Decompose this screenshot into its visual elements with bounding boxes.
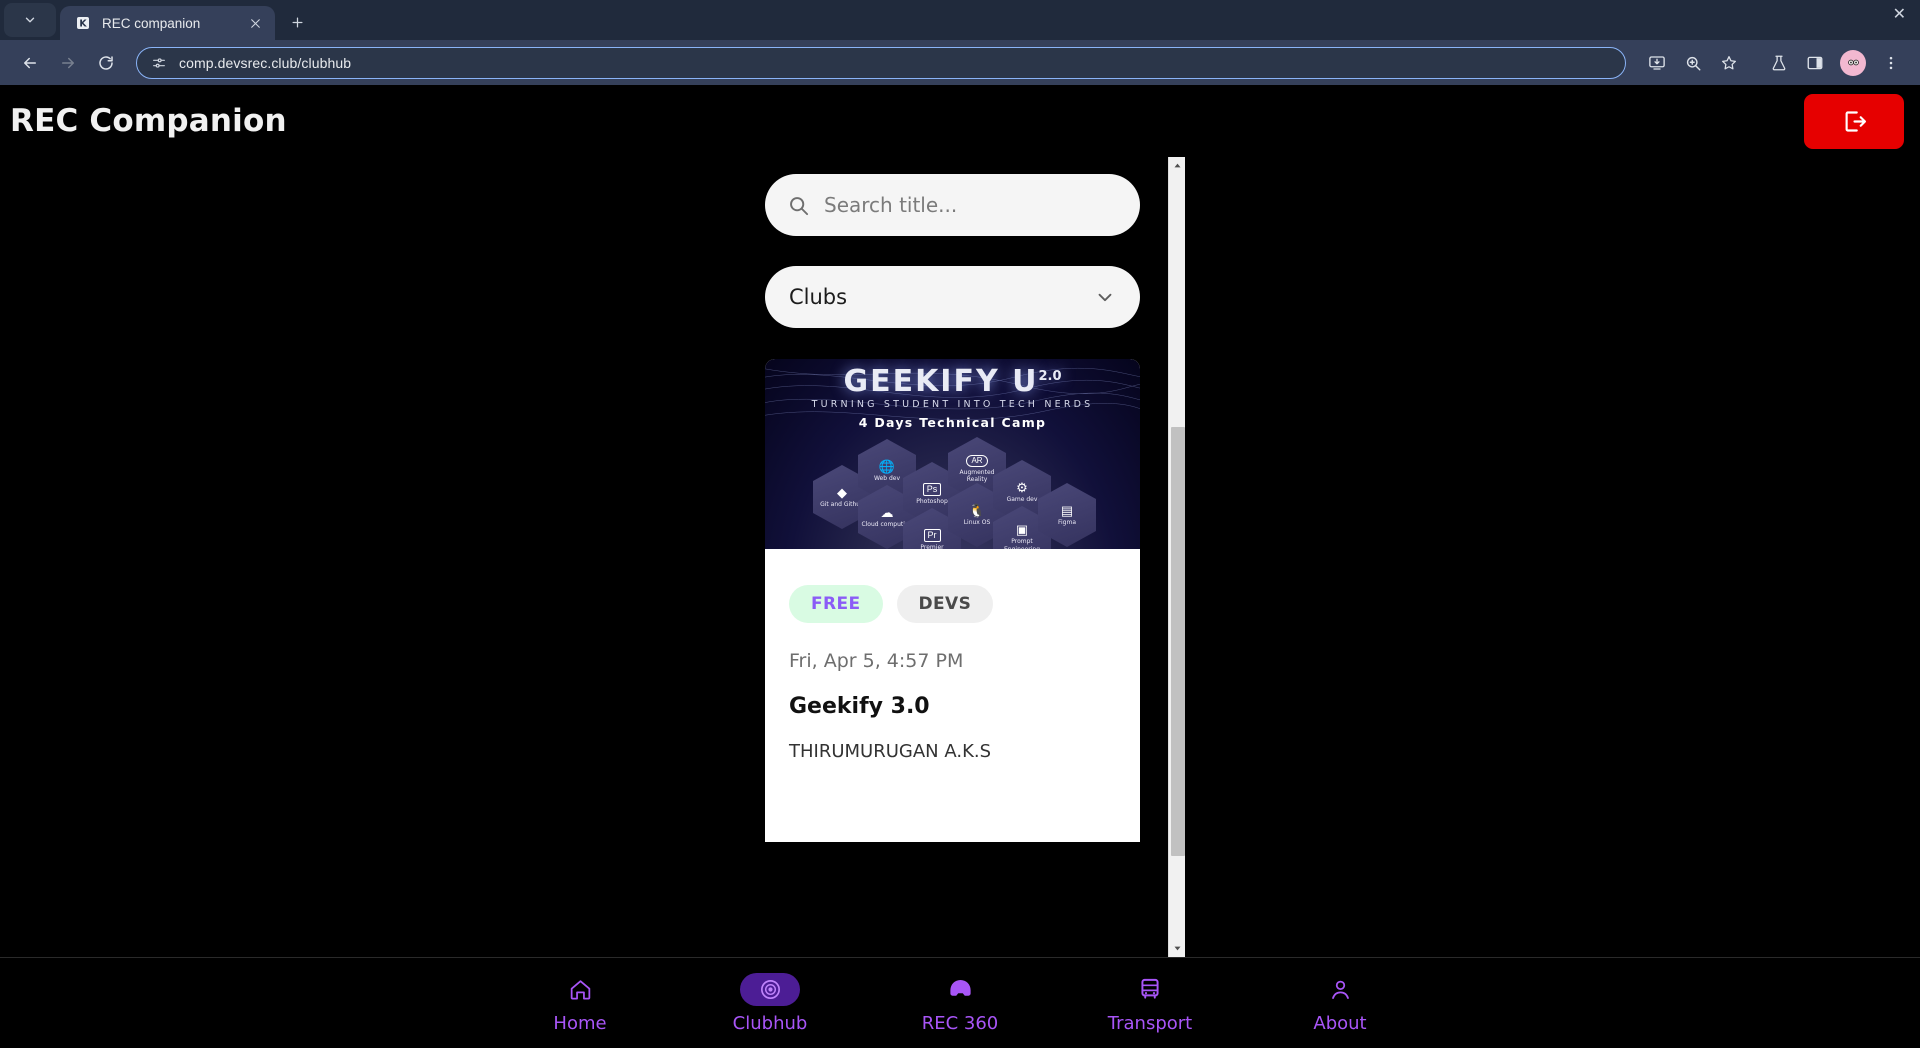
clubhub-content: Search title... Clubs GEEKIFY U2.0 TURNI…: [0, 157, 1920, 957]
disc-icon: [760, 979, 780, 999]
poster-hex-grid: ◆ Git and Github 🌐 Web dev ☁ Cloud compu…: [765, 435, 1140, 549]
browser-window: K REC companion ✕ comp.devsrec.club/club…: [0, 0, 1920, 1048]
experiments-flask-icon[interactable]: [1764, 48, 1794, 78]
prompt-icon: ▣: [1015, 522, 1029, 537]
nav-label-transport: Transport: [1107, 1012, 1193, 1034]
poster-camp-label: 4 Days Technical Camp: [858, 415, 1047, 430]
page-scrollbar[interactable]: [1168, 157, 1185, 957]
globe-icon: 🌐: [878, 458, 896, 474]
search-input-placeholder: Search title...: [824, 193, 958, 217]
clubhub-icon-box: [740, 972, 800, 1006]
search-icon: [790, 196, 809, 215]
forward-arrow-icon: [62, 57, 74, 68]
status-badge-free[interactable]: FREE: [789, 585, 883, 623]
three-dot-menu-icon[interactable]: [1876, 48, 1906, 78]
poster-title-sup: 2.0: [1038, 369, 1062, 384]
rec-favicon: K: [74, 14, 92, 32]
home-icon-box: [550, 973, 610, 1006]
tab-title: REC companion: [102, 15, 201, 31]
linux-tux-icon: 🐧: [968, 502, 986, 518]
install-app-icon[interactable]: [1642, 48, 1672, 78]
poster-subtitle: TURNING STUDENT INTO TECH NERDS: [811, 399, 1094, 410]
scrollbar-track[interactable]: [1169, 174, 1186, 940]
nav-item-clubhub[interactable]: Clubhub: [721, 972, 819, 1034]
home-icon: [570, 979, 590, 1000]
browser-tab[interactable]: K REC companion: [60, 6, 275, 40]
event-card[interactable]: GEEKIFY U2.0 TURNING STUDENT INTO TECH N…: [765, 359, 1140, 842]
tab-search-button[interactable]: [4, 3, 56, 37]
event-author: THIRUMURUGAN A.K.S: [789, 741, 992, 762]
new-tab-button[interactable]: [281, 6, 313, 38]
back-arrow-icon: [24, 57, 36, 68]
scrollbar-thumb[interactable]: [1170, 426, 1185, 856]
event-poster: GEEKIFY U2.0 TURNING STUDENT INTO TECH N…: [765, 359, 1140, 549]
nav-label-home: Home: [553, 1012, 607, 1034]
zoom-icon[interactable]: [1678, 48, 1708, 78]
photoshop-icon: Ps: [922, 482, 942, 496]
transport-icon-box: [1120, 973, 1180, 1006]
nav-label-clubhub: Clubhub: [732, 1012, 808, 1034]
event-title: Geekify 3.0: [789, 694, 930, 719]
bus-icon: [1141, 978, 1159, 999]
logout-button[interactable]: [1804, 93, 1904, 149]
chevron-down-icon: [1098, 293, 1112, 302]
rec360-icon-box: [930, 973, 990, 1006]
svg-text:K: K: [79, 18, 87, 29]
event-tags: FREE DEVS: [789, 585, 1116, 623]
address-bar-url: comp.devsrec.club/clubhub: [179, 54, 352, 71]
bookmark-star-icon[interactable]: [1714, 48, 1744, 78]
app-header: REC Companion: [0, 85, 1920, 157]
gamedev-icon: ⚙: [1016, 479, 1028, 495]
cloud-icon: ☁: [880, 504, 894, 520]
page-viewport: REC Companion Search title... Clubs GEEK…: [0, 85, 1920, 1048]
nav-item-about[interactable]: About: [1291, 973, 1389, 1034]
about-icon-box: [1310, 973, 1370, 1006]
category-select[interactable]: Clubs: [765, 266, 1140, 328]
ar-icon: AR: [966, 454, 988, 467]
chevron-down-icon: [25, 17, 35, 23]
back-button[interactable]: [14, 47, 46, 79]
bottom-navigation: Home Clubhub REC 360 Transport About: [0, 957, 1920, 1048]
vr-headset-icon: [949, 979, 971, 996]
scroll-down-arrow-icon[interactable]: [1169, 940, 1186, 957]
feed-column: Search title... Clubs GEEKIFY U2.0 TURNI…: [765, 157, 1140, 842]
search-input[interactable]: Search title...: [765, 174, 1140, 236]
category-select-value: Clubs: [789, 285, 848, 309]
forward-button[interactable]: [52, 47, 84, 79]
close-icon[interactable]: [245, 13, 265, 33]
address-bar[interactable]: comp.devsrec.club/clubhub: [136, 46, 1626, 79]
nav-item-transport[interactable]: Transport: [1101, 973, 1199, 1034]
side-panel-icon[interactable]: [1800, 48, 1830, 78]
site-settings-icon[interactable]: [151, 55, 167, 71]
person-icon: [1331, 980, 1349, 999]
nav-label-about: About: [1313, 1012, 1367, 1034]
poster-title: GEEKIFY U2.0: [843, 364, 1062, 399]
nav-label-rec360: REC 360: [921, 1012, 999, 1034]
tab-strip: K REC companion ✕: [0, 0, 1920, 40]
nav-item-home[interactable]: Home: [531, 973, 629, 1034]
plus-icon: [292, 17, 302, 27]
window-controls: ✕: [1893, 7, 1906, 23]
event-card-body: FREE DEVS Fri, Apr 5, 4:57 PM Geekify 3.…: [765, 549, 1140, 842]
profile-avatar-icon[interactable]: [1840, 49, 1866, 76]
reload-icon: [99, 55, 113, 70]
premiere-icon: Pr: [923, 528, 941, 542]
scroll-up-arrow-icon[interactable]: [1169, 157, 1186, 174]
event-date: Fri, Apr 5, 4:57 PM: [789, 650, 964, 672]
figma-icon: ▤: [1060, 502, 1074, 518]
window-close-icon[interactable]: ✕: [1893, 7, 1906, 23]
git-icon: ◆: [837, 484, 847, 500]
card-spacer: [789, 762, 1116, 842]
nav-item-rec360[interactable]: REC 360: [911, 973, 1009, 1034]
page-title: REC Companion: [10, 103, 287, 139]
browser-toolbar: comp.devsrec.club/clubhub: [0, 40, 1920, 85]
reload-button[interactable]: [90, 47, 122, 79]
logout-icon: [1845, 110, 1866, 132]
status-badge-devs[interactable]: DEVS: [896, 585, 994, 623]
